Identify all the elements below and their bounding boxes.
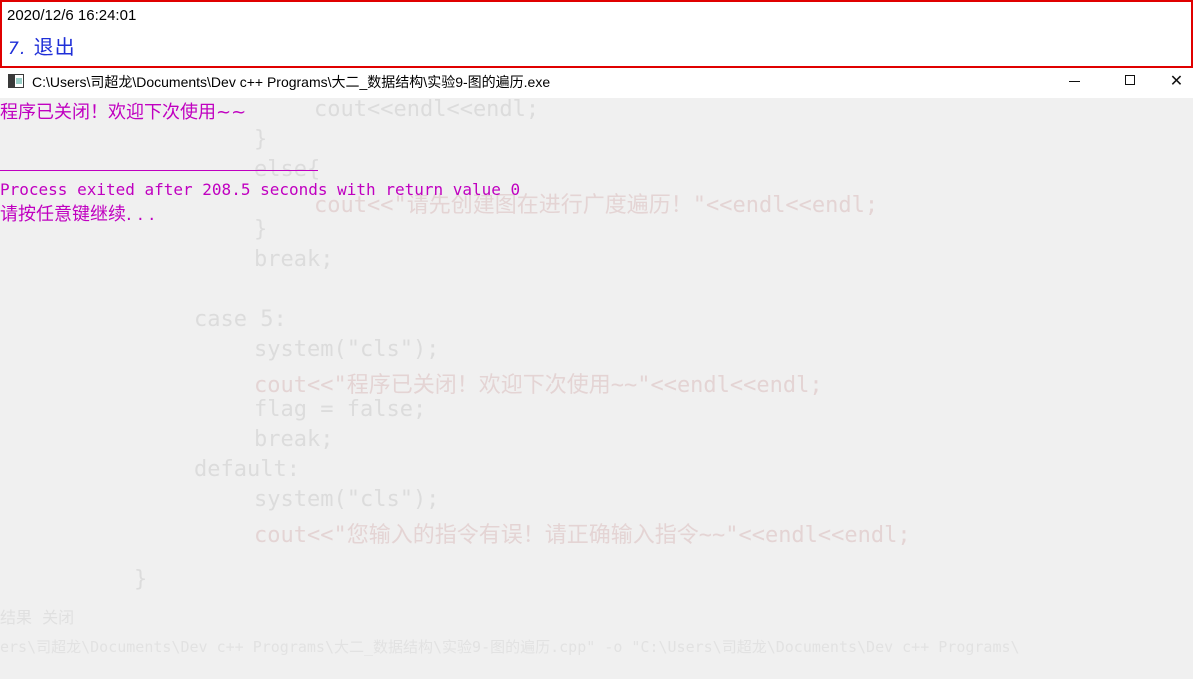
- console-output-line: 请按任意键继续. . .: [0, 204, 155, 225]
- close-button[interactable]: ✕: [1160, 68, 1193, 98]
- code-line: case 5:: [194, 307, 287, 332]
- menu-item-label: 退出: [33, 35, 76, 59]
- console-separator-line: [0, 170, 318, 171]
- console-output-line: Process exited after 208.5 seconds with …: [0, 180, 521, 199]
- timestamp-overlay: 2020/12/6 16:24:01 7. 退出: [0, 0, 1193, 68]
- code-line: system("cls");: [254, 487, 440, 512]
- code-line: }: [134, 567, 148, 592]
- timestamp: 2020/12/6 16:24:01: [7, 7, 137, 24]
- maximize-button[interactable]: [1102, 68, 1158, 98]
- maximize-icon: [1125, 75, 1135, 85]
- code-line: system("cls");: [254, 337, 440, 362]
- exit-menu-item: 7. 退出: [8, 31, 76, 60]
- minimize-icon: [1068, 81, 1080, 82]
- window-title: C:\Users\司超龙\Documents\Dev c++ Programs\…: [32, 74, 551, 90]
- code-line: flag = false;: [254, 397, 427, 422]
- code-line: cout<<"您输入的指令有误！请正确输入指令~~"<<endl<<endl;: [254, 523, 911, 548]
- compile-command-line: ers\司超龙\Documents\Dev c++ Programs\大二_数据…: [0, 638, 1020, 656]
- code-line: cout<<"程序已关闭！欢迎下次使用~~"<<endl<<endl;: [254, 373, 823, 398]
- close-icon: ✕: [1169, 71, 1184, 90]
- menu-item-number: 7.: [8, 39, 27, 59]
- code-line: }: [254, 217, 268, 242]
- minimize-button[interactable]: [1046, 68, 1102, 98]
- console-app-icon[interactable]: [8, 74, 24, 88]
- console-output-line: 程序已关闭！欢迎下次使用~~: [0, 102, 247, 123]
- code-line: break;: [254, 427, 334, 452]
- console-title-bar[interactable]: C:\Users\司超龙\Documents\Dev c++ Programs\…: [0, 68, 1193, 98]
- editor-bottom-tabs: 结果 关闭: [0, 608, 75, 627]
- code-line: cout<<endl<<endl;: [314, 97, 540, 122]
- code-line: default:: [194, 457, 300, 482]
- code-line: }: [254, 127, 268, 152]
- code-line: break;: [254, 247, 334, 272]
